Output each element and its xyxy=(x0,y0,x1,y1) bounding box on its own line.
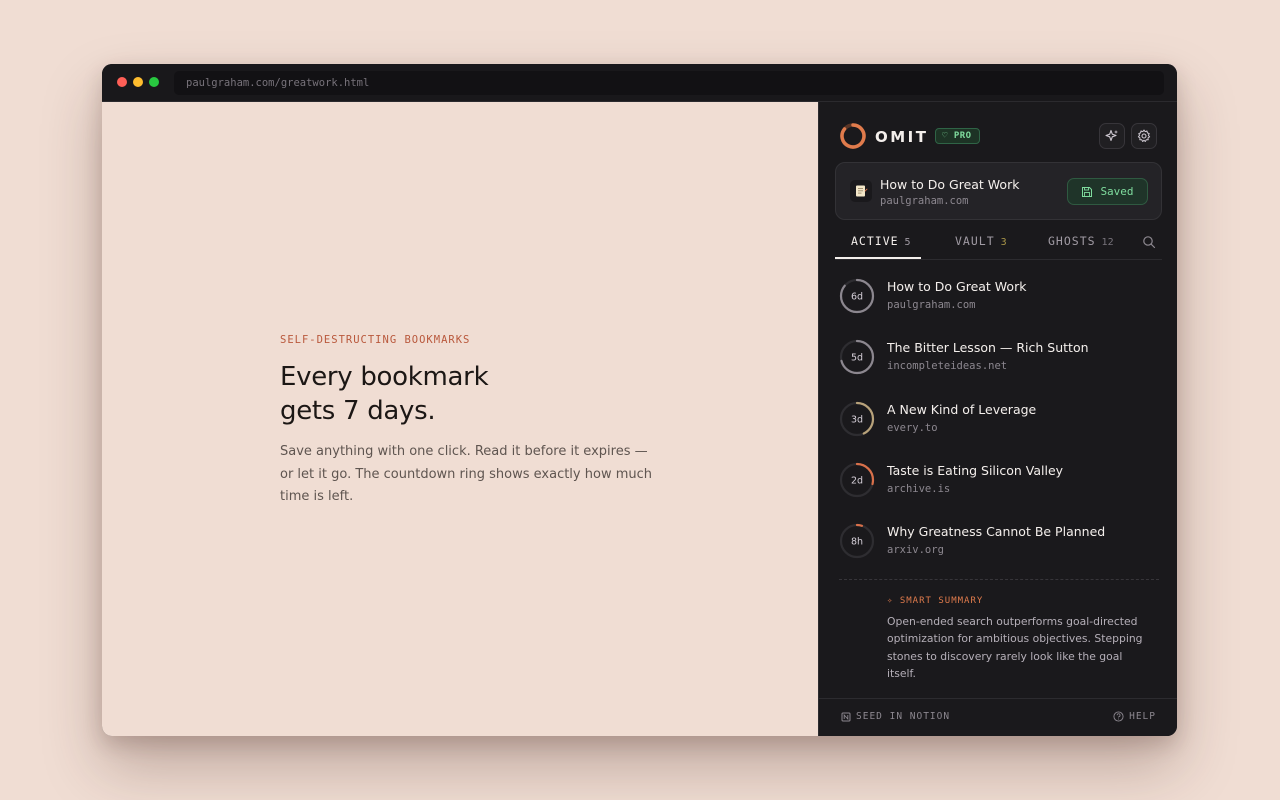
page-eyebrow: SELF-DESTRUCTING BOOKMARKS xyxy=(280,334,471,346)
brand-name: OMIT xyxy=(875,128,929,146)
sparkle-icon: ✧ xyxy=(887,596,894,606)
tab-ghosts[interactable]: GHOSTS 12 xyxy=(1048,224,1114,259)
bookmark-title: Taste is Eating Silicon Valley xyxy=(887,462,1064,478)
tab-vault-label: VAULT xyxy=(955,234,995,248)
page-body: Save anything with one click. Read it be… xyxy=(280,444,652,504)
bookmark-item[interactable]: 8h Why Greatness Cannot Be Planned arxiv.o… xyxy=(839,517,1159,567)
headline-line-1: Every bookmark xyxy=(280,362,489,392)
search-icon[interactable] xyxy=(1142,235,1156,249)
tab-active-count: 5 xyxy=(904,237,911,248)
countdown-ring-icon: 8h xyxy=(839,524,875,559)
help-link[interactable]: HELP xyxy=(1113,711,1156,722)
saved-button[interactable]: Saved xyxy=(1067,178,1148,205)
seed-in-notion-link[interactable]: SEED IN NOTION xyxy=(841,711,950,722)
omit-extension-panel: OMIT ♡ PRO How to Do Great Work paulgrah… xyxy=(818,102,1177,736)
omit-logo-icon xyxy=(840,123,866,149)
tab-active[interactable]: ACTIVE 5 xyxy=(835,224,921,259)
bookmark-title: Why Greatness Cannot Be Planned xyxy=(887,524,1106,540)
bookmark-item[interactable]: 3d A New Kind of Leverage every.to xyxy=(839,395,1159,445)
help-label: HELP xyxy=(1129,711,1156,722)
bookmark-title: The Bitter Lesson — Rich Sutton xyxy=(887,340,1089,356)
countdown-ring-icon: 5d xyxy=(839,340,875,375)
saved-button-label: Saved xyxy=(1100,185,1134,198)
notion-icon xyxy=(841,712,851,721)
tab-active-label: ACTIVE xyxy=(851,234,899,248)
page-headline: Every bookmark gets 7 days. xyxy=(280,360,640,428)
smart-summary-text: Open-ended search outperforms goal-direc… xyxy=(887,615,1143,681)
tab-vault-count: 3 xyxy=(1000,237,1007,248)
url-bar[interactable]: paulgraham.com/greatwork.html xyxy=(174,71,1164,95)
browser-window: paulgraham.com/greatwork.html SELF-DESTR… xyxy=(102,64,1177,736)
memo-icon xyxy=(850,180,872,202)
bookmark-item[interactable]: 2d Taste is Eating Silicon Valley archive.… xyxy=(839,456,1159,506)
current-page-domain: paulgraham.com xyxy=(880,195,969,207)
sparkle-icon xyxy=(1105,129,1118,142)
bookmark-item[interactable]: 5d The Bitter Lesson — Rich Sutton incompl… xyxy=(839,333,1159,383)
settings-button[interactable] xyxy=(1131,123,1157,149)
minimize-window-button[interactable] xyxy=(133,77,143,87)
floppy-disk-icon xyxy=(1082,186,1093,197)
maximize-window-button[interactable] xyxy=(149,77,159,87)
pro-badge-label: PRO xyxy=(953,131,972,141)
headline-line-2: gets 7 days. xyxy=(280,396,436,426)
seed-in-notion-label: SEED IN NOTION xyxy=(856,711,951,722)
countdown-ring-label: 2d xyxy=(851,475,863,486)
smart-summary-title: SMART SUMMARY xyxy=(899,596,984,606)
countdown-ring-icon: 6d xyxy=(839,278,875,314)
tab-bar: ACTIVE 5 VAULT 3 GHOSTS 12 xyxy=(835,224,1162,260)
pro-badge: ♡ PRO xyxy=(935,128,980,144)
countdown-ring-label: 6d xyxy=(851,292,863,303)
close-window-button[interactable] xyxy=(117,77,127,87)
bookmark-domain: archive.is xyxy=(887,482,951,495)
bookmark-domain: incompleteideas.net xyxy=(887,360,1008,373)
help-icon xyxy=(1113,711,1124,722)
bookmark-domain: paulgraham.com xyxy=(887,299,976,311)
bookmark-domain: arxiv.org xyxy=(887,544,944,557)
bookmark-item[interactable]: 6d How to Do Great Work paulgraham.com xyxy=(839,272,1159,322)
countdown-ring-label: 3d xyxy=(851,414,863,425)
summary-divider xyxy=(839,579,1159,580)
bookmark-title: A New Kind of Leverage xyxy=(887,401,1037,417)
tab-ghosts-label: GHOSTS xyxy=(1048,234,1096,248)
current-page-card: How to Do Great Work paulgraham.com Save… xyxy=(835,162,1162,220)
titlebar: paulgraham.com/greatwork.html xyxy=(102,64,1177,102)
bookmark-domain: every.to xyxy=(887,421,938,434)
countdown-ring-icon: 3d xyxy=(839,401,875,436)
web-page: SELF-DESTRUCTING BOOKMARKS Every bookmar… xyxy=(102,102,818,736)
heart-icon: ♡ xyxy=(942,131,948,141)
countdown-ring-label: 8h xyxy=(851,537,863,548)
tab-ghosts-count: 12 xyxy=(1101,237,1114,248)
countdown-ring-icon: 2d xyxy=(839,462,875,497)
tab-vault[interactable]: VAULT 3 xyxy=(955,224,1007,259)
ai-summary-button[interactable] xyxy=(1099,123,1125,149)
countdown-ring-label: 5d xyxy=(851,353,863,364)
bookmark-title: How to Do Great Work xyxy=(887,279,1027,294)
smart-summary-label: ✧ SMART SUMMARY xyxy=(887,596,983,606)
gear-icon xyxy=(1137,129,1151,142)
current-page-title: How to Do Great Work xyxy=(880,177,1020,192)
panel-footer: SEED IN NOTION HELP xyxy=(819,698,1177,736)
